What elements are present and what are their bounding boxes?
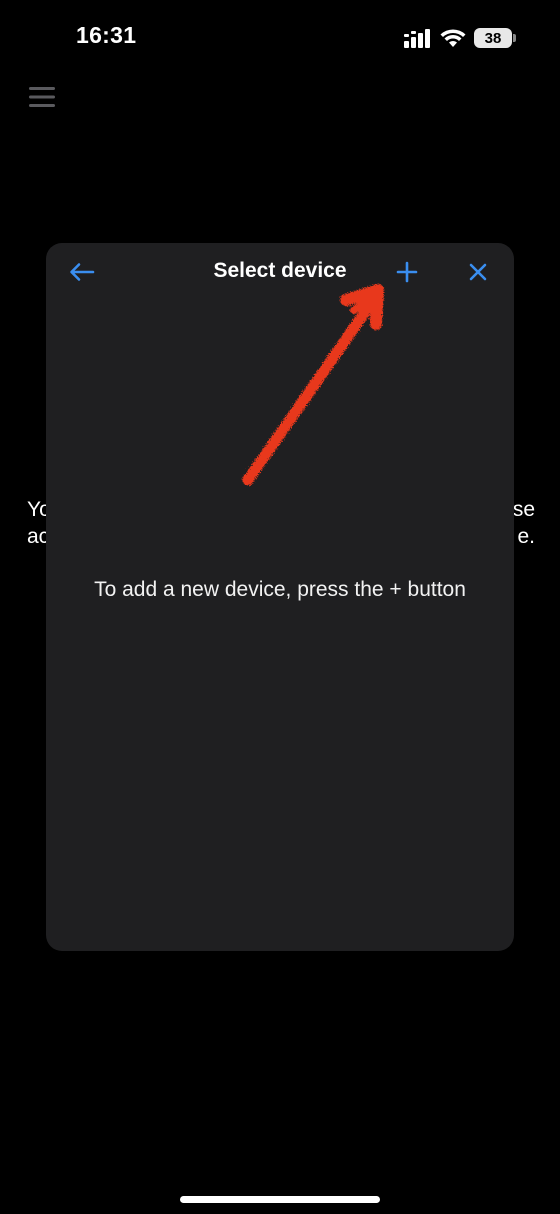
close-icon (469, 263, 487, 281)
empty-state-message: To add a new device, press the + button (94, 578, 466, 601)
arrow-left-icon (70, 263, 95, 281)
dialog-title: Select device (213, 259, 347, 282)
battery-icon: 38 (474, 28, 516, 48)
wifi-icon (440, 29, 466, 47)
battery-nub (513, 34, 516, 42)
select-device-dialog: Select device To add a new device, press… (46, 243, 514, 951)
add-device-button[interactable] (389, 254, 425, 290)
status-icons: 38 (404, 24, 516, 52)
hamburger-menu-icon[interactable] (29, 86, 55, 108)
back-button[interactable] (64, 254, 100, 290)
cellular-signal-icon (404, 29, 430, 48)
battery-level: 38 (484, 29, 502, 47)
close-button[interactable] (460, 254, 496, 290)
home-indicator[interactable] (180, 1196, 380, 1203)
status-time: 16:31 (76, 22, 137, 48)
plus-icon (396, 261, 418, 283)
